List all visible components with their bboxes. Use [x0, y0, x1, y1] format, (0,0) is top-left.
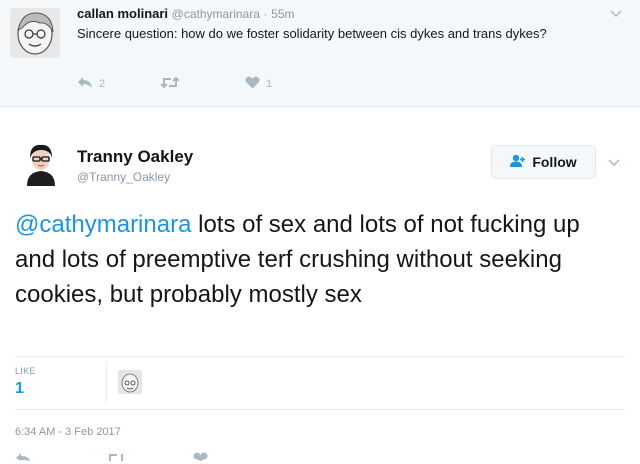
tweet-stats: LIKE 1: [15, 356, 625, 410]
retweet-icon[interactable]: [107, 452, 125, 464]
heart-icon: [245, 76, 260, 92]
reply-button[interactable]: 2: [77, 76, 105, 92]
retweet-icon: [160, 76, 180, 92]
author-name[interactable]: callan molinari: [77, 6, 168, 21]
avatar[interactable]: [10, 8, 60, 58]
in-reply-to-tweet[interactable]: callan molinari @cathymarinara · 55m Sin…: [0, 0, 640, 107]
follow-label: Follow: [532, 154, 577, 170]
chevron-down-icon[interactable]: [610, 6, 622, 21]
tweet-timestamp[interactable]: 6:34 AM - 3 Feb 2017: [15, 426, 121, 438]
like-count: 1: [266, 78, 273, 90]
author-handle[interactable]: @Tranny_Oakley: [77, 170, 170, 184]
reply-icon: [77, 76, 93, 92]
add-user-icon: [510, 154, 526, 171]
heart-icon[interactable]: [193, 452, 208, 464]
follow-button[interactable]: Follow: [491, 145, 596, 179]
separator: ·: [263, 7, 268, 21]
tweet-text: @cathymarinara lots of sex and lots of n…: [15, 207, 615, 312]
chevron-down-icon[interactable]: [608, 155, 620, 170]
mention-link[interactable]: @cathymarinara: [15, 211, 191, 238]
author-name[interactable]: Tranny Oakley: [77, 147, 193, 167]
like-button[interactable]: 1: [245, 76, 272, 92]
avatar[interactable]: [17, 138, 65, 186]
tweet-time[interactable]: 55m: [271, 7, 294, 21]
likes-label: LIKE: [15, 366, 36, 376]
tweet-text: Sincere question: how do we foster solid…: [77, 26, 547, 41]
liker-avatar[interactable]: [118, 370, 142, 394]
author-line: callan molinari @cathymarinara · 55m: [77, 6, 294, 21]
reply-count: 2: [99, 78, 106, 90]
likes-count[interactable]: 1: [15, 380, 24, 398]
retweet-button[interactable]: [160, 76, 185, 92]
divider: [106, 363, 107, 403]
reply-icon[interactable]: [15, 452, 31, 464]
author-handle[interactable]: @cathymarinara: [172, 7, 260, 21]
